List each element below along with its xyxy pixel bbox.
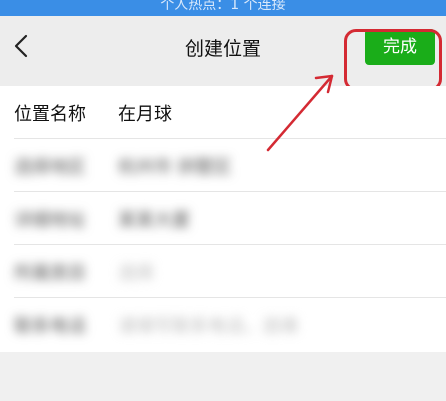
category-select[interactable]: 选择 [118,259,154,285]
address-label: 详细地址 [14,210,86,231]
location-name-label: 位置名称 [14,104,86,125]
location-name-input[interactable]: 在月球 [118,100,172,126]
region-value[interactable]: 杭州市 拱墅区 [118,153,232,179]
phone-label: 联系电话 [14,316,86,337]
form-row-address[interactable]: 详细地址 某某大厦 [0,192,446,245]
form-row-phone[interactable]: 联系电话 请填写联系电话，选填 [0,298,446,351]
annotation-highlight-box [344,29,442,91]
status-bar: 个人热点：1 个连接 [0,0,446,16]
form-row-category[interactable]: 所属类目 选择 [0,245,446,298]
region-label: 选择地区 [14,157,86,178]
form-row-location-name[interactable]: 位置名称 在月球 [0,86,446,139]
location-form: 位置名称 在月球 选择地区 杭州市 拱墅区 详细地址 某某大厦 所属类目 选择 … [0,86,446,352]
hotspot-status-text: 个人热点：1 个连接 [160,0,286,13]
navigation-bar: 创建位置 完成 [0,16,446,91]
address-input[interactable]: 某某大厦 [118,206,190,232]
form-row-region[interactable]: 选择地区 杭州市 拱墅区 [0,139,446,192]
category-label: 所属类目 [14,263,86,284]
phone-input[interactable]: 请填写联系电话，选填 [118,312,298,338]
